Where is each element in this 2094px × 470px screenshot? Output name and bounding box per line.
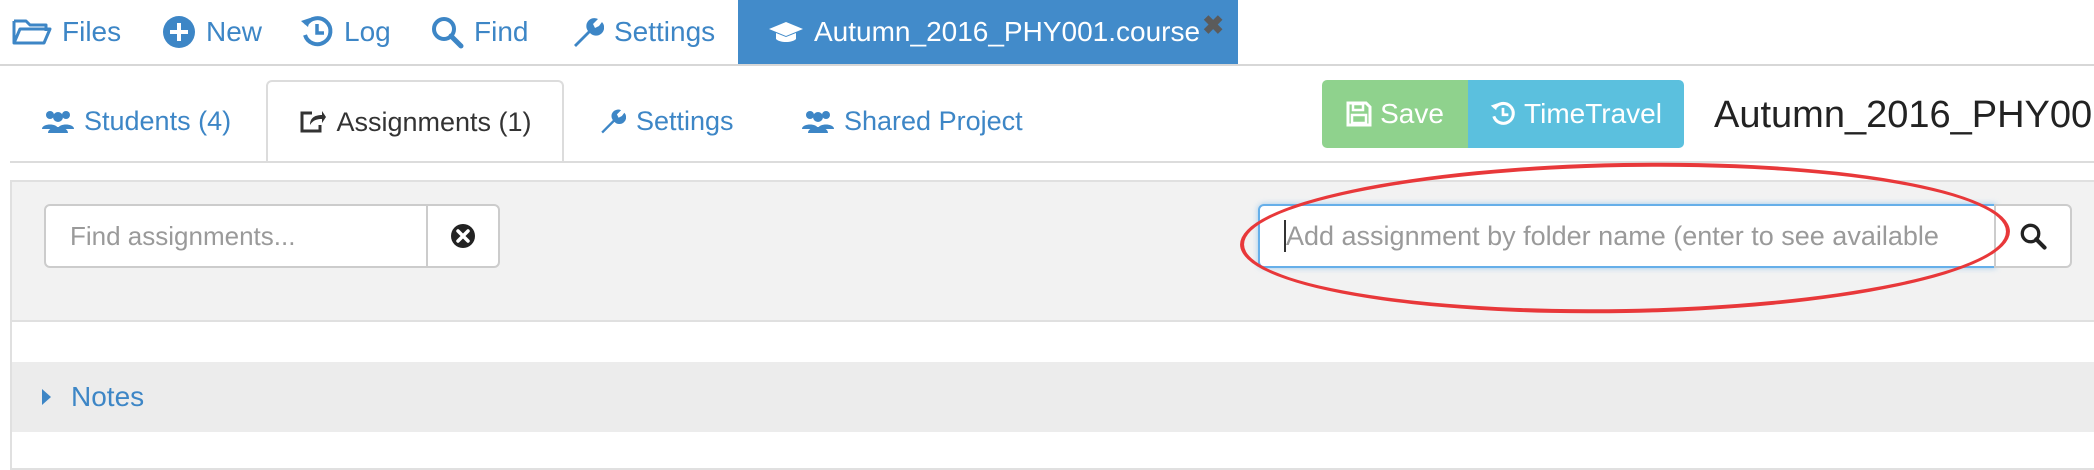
graduation-cap-icon bbox=[769, 22, 803, 42]
tab-shared-project[interactable]: Shared Project bbox=[802, 80, 1023, 162]
wrench-icon bbox=[601, 109, 626, 134]
tab-shared-project-label: Shared Project bbox=[844, 105, 1023, 136]
tab-students[interactable]: Students (4) bbox=[42, 80, 231, 162]
floppy-disk-icon bbox=[1346, 101, 1372, 127]
tab-divider bbox=[10, 161, 2094, 163]
top-navigation: Files New Log Find Settings Autumn_2016_… bbox=[0, 0, 2094, 66]
times-circle-icon bbox=[451, 224, 475, 248]
assignments-panel: Notes bbox=[10, 180, 2094, 470]
timetravel-button[interactable]: TimeTravel bbox=[1468, 80, 1684, 148]
tab-course-file[interactable]: Autumn_2016_PHY001.course ✖ bbox=[738, 0, 1238, 64]
tab-settings[interactable]: Settings bbox=[598, 80, 734, 162]
tab-assignments[interactable]: Assignments (1) bbox=[266, 80, 564, 162]
nav-settings[interactable]: Settings bbox=[570, 0, 715, 64]
tab-settings-label: Settings bbox=[636, 105, 734, 136]
close-tab-icon[interactable]: ✖ bbox=[1202, 10, 1224, 41]
tab-students-label: Students (4) bbox=[84, 105, 232, 136]
folder-open-icon bbox=[12, 19, 52, 45]
caret-right-icon bbox=[42, 389, 51, 405]
nav-settings-label: Settings bbox=[614, 16, 716, 47]
nav-find-label: Find bbox=[474, 16, 529, 47]
tab-assignments-label: Assignments (1) bbox=[336, 106, 532, 137]
history-icon bbox=[1490, 101, 1515, 125]
plus-circle-icon bbox=[163, 16, 195, 48]
share-square-icon bbox=[300, 111, 327, 133]
notes-label: Notes bbox=[71, 381, 145, 412]
history-icon bbox=[301, 16, 333, 47]
save-button-label: Save bbox=[1380, 98, 1444, 129]
users-icon bbox=[42, 111, 74, 133]
nav-new-label: New bbox=[206, 16, 263, 47]
nav-new[interactable]: New bbox=[162, 0, 262, 64]
nav-log-label: Log bbox=[344, 16, 391, 47]
find-assignments-input[interactable] bbox=[44, 204, 428, 268]
text-cursor bbox=[1284, 220, 1286, 252]
nav-log[interactable]: Log bbox=[300, 0, 391, 64]
clear-search-button[interactable] bbox=[426, 204, 500, 268]
search-icon bbox=[432, 17, 464, 49]
tab-course-file-label: Autumn_2016_PHY001.course bbox=[814, 16, 1201, 47]
search-assignment-button[interactable] bbox=[1994, 204, 2072, 268]
add-assignment-input[interactable] bbox=[1258, 204, 1996, 268]
nav-find[interactable]: Find bbox=[430, 0, 528, 64]
nav-files-label: Files bbox=[62, 16, 122, 47]
course-title: Autumn_2016_PHY001 bbox=[1714, 94, 2094, 136]
search-icon bbox=[2020, 223, 2047, 250]
timetravel-button-label: TimeTravel bbox=[1524, 98, 1662, 129]
wrench-icon bbox=[574, 18, 604, 47]
assignments-toolbar bbox=[12, 182, 2094, 322]
users-icon bbox=[802, 111, 834, 133]
notes-toggle[interactable]: Notes bbox=[12, 362, 2094, 432]
save-button[interactable]: Save bbox=[1322, 80, 1468, 148]
nav-files[interactable]: Files bbox=[12, 0, 121, 64]
